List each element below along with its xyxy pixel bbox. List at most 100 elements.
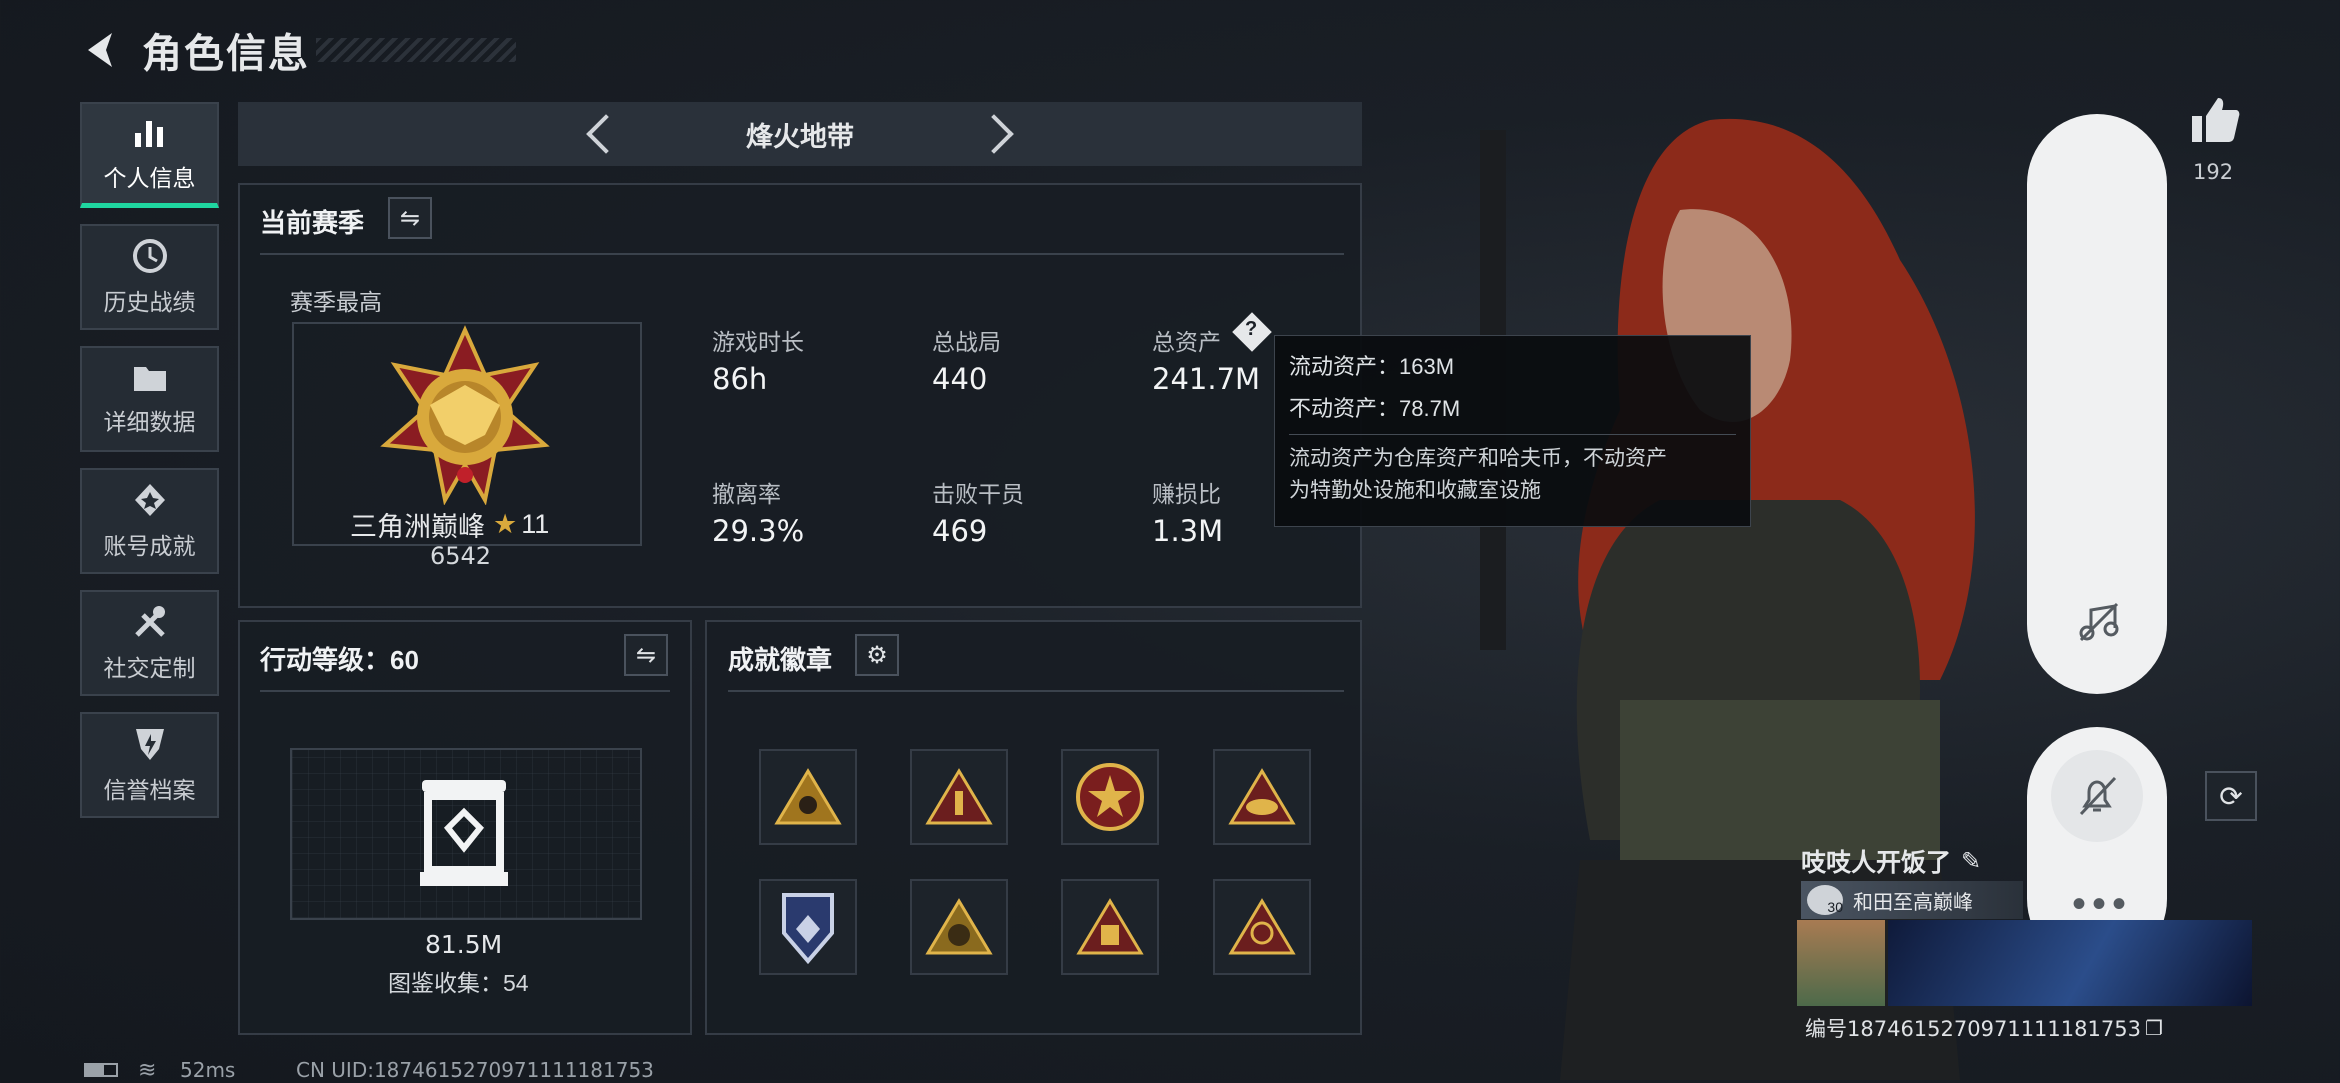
tooltip-fixed: 不动资产：78.7M xyxy=(1289,396,1461,421)
copy-icon[interactable]: ❐ xyxy=(2145,1016,2163,1041)
badge-3[interactable] xyxy=(1061,749,1159,845)
rank-name: 三角洲巅峰 xyxy=(350,512,485,542)
nav-item-details[interactable]: 详细数据 xyxy=(80,346,219,452)
badge-1[interactable] xyxy=(759,749,857,845)
player-name: 吱吱人开饭了 xyxy=(1801,849,1952,877)
battery-icon xyxy=(84,1063,118,1077)
nav-label: 历史战绩 xyxy=(103,289,196,315)
nav-item-social[interactable]: 社交定制 xyxy=(80,590,219,696)
swap-icon: ⇋ xyxy=(635,641,657,669)
serial-row: 编号1874615270971111181753 ❐ xyxy=(1805,1013,2163,1043)
rotate-button[interactable]: ⟳ xyxy=(2205,771,2257,821)
like-count: 192 xyxy=(2193,160,2234,184)
triangle-badge-icon xyxy=(774,768,842,825)
triangle-badge-icon xyxy=(1076,898,1144,955)
music-off-icon[interactable] xyxy=(2077,602,2121,642)
page-header: 角色信息 xyxy=(80,20,516,80)
action-level-title: 行动等级：60 xyxy=(260,645,419,675)
rank-score: 6542 xyxy=(430,542,492,570)
help-icon-glyph: ? xyxy=(1245,318,1258,340)
tag-text: 和田至高巅峰 xyxy=(1853,891,1973,914)
triangle-badge-icon xyxy=(1228,768,1296,825)
badge-4[interactable] xyxy=(1213,749,1311,845)
star-icon: ★ xyxy=(493,509,518,539)
stat-label: 赚损比 xyxy=(1152,481,1221,507)
player-serial: 编号1874615270971111181753 xyxy=(1805,1017,2141,1041)
asset-tooltip: 流动资产：163M 不动资产：78.7M 流动资产为仓库资产和哈夫币，不动资产 … xyxy=(1274,335,1751,527)
collection-count: 图鉴收集：54 xyxy=(388,970,529,996)
collection-value: 81.5M xyxy=(425,930,503,959)
medal-badge-icon xyxy=(1076,763,1144,831)
divider xyxy=(260,253,1344,255)
season-best-label: 赛季最高 xyxy=(290,289,382,315)
mode-switcher: 烽火地带 xyxy=(238,102,1362,166)
nav-item-credit[interactable]: 信誉档案 xyxy=(80,712,219,818)
stat-value: 86h xyxy=(712,362,768,396)
stat-label: 击败干员 xyxy=(932,481,1024,507)
nav-label: 账号成就 xyxy=(103,533,196,559)
tooltip-liquid: 流动资产：163M xyxy=(1289,354,1455,379)
season-switch-button[interactable]: ⇋ xyxy=(388,197,432,239)
nav-label: 信誉档案 xyxy=(103,777,196,803)
achievement-icon xyxy=(134,484,165,516)
tools-icon xyxy=(134,606,165,637)
badge-8[interactable] xyxy=(1213,879,1311,975)
stat-label: 总资产 xyxy=(1152,329,1221,355)
badges-settings-button[interactable]: ⚙ xyxy=(855,634,899,676)
rank-emblem-icon xyxy=(380,325,550,505)
season-title: 当前赛季 xyxy=(260,208,365,238)
wifi-icon: ≋ xyxy=(138,1057,157,1082)
tag-level: 30 xyxy=(1807,885,1843,915)
badge-2[interactable] xyxy=(910,749,1008,845)
triangle-badge-icon xyxy=(1228,898,1296,955)
badge-7[interactable] xyxy=(1061,879,1159,975)
stat-label: 撤离率 xyxy=(712,481,781,507)
badges-title: 成就徽章 xyxy=(728,645,833,675)
uid-text: CN UID:1874615270971111181753 xyxy=(296,1058,654,1082)
thumbs-up-icon[interactable] xyxy=(2190,96,2240,144)
badge-6[interactable] xyxy=(910,879,1008,975)
nav-item-personal-info[interactable]: 个人信息 xyxy=(80,102,219,208)
stat-label: 总战局 xyxy=(932,329,1001,355)
chevron-right-icon[interactable] xyxy=(974,114,1014,154)
divider xyxy=(728,690,1344,692)
folder-icon xyxy=(133,367,166,391)
player-name-row: 吱吱人开饭了 ✎ xyxy=(1801,843,1981,879)
stat-value: 1.3M xyxy=(1152,514,1224,548)
action-level-switch-button[interactable]: ⇋ xyxy=(624,634,668,676)
edit-icon[interactable]: ✎ xyxy=(1961,847,1981,876)
player-tag: 30 和田至高巅峰 xyxy=(1801,881,2023,919)
shield-badge-icon xyxy=(782,893,834,965)
stat-label: 游戏时长 xyxy=(712,329,804,355)
stat-value: 241.7M xyxy=(1152,362,1261,396)
nav-label: 个人信息 xyxy=(103,164,196,191)
notification-toggle[interactable] xyxy=(2051,750,2143,842)
nav-item-achievements[interactable]: 账号成就 xyxy=(80,468,219,574)
tooltip-note-1: 流动资产为仓库资产和哈夫币，不动资产 xyxy=(1289,447,1667,470)
stat-value: 29.3% xyxy=(712,514,805,548)
page-title: 角色信息 xyxy=(142,32,310,76)
divider xyxy=(260,690,670,692)
ping-value: 52ms xyxy=(180,1058,236,1082)
rank-stars: 11 xyxy=(521,509,550,539)
bar-chart-icon xyxy=(134,120,163,147)
back-arrow-icon[interactable] xyxy=(80,29,122,71)
gear-icon: ⚙ xyxy=(866,641,888,669)
nav-item-history[interactable]: 历史战绩 xyxy=(80,224,219,330)
shield-bolt-icon xyxy=(135,729,164,760)
rank-title: 三角洲巅峰 ★ 11 xyxy=(350,505,549,544)
badge-5[interactable] xyxy=(759,879,857,975)
triangle-badge-icon xyxy=(925,898,993,955)
nav-label: 详细数据 xyxy=(103,409,196,435)
bell-off-icon xyxy=(2079,776,2117,816)
tooltip-divider xyxy=(1289,434,1736,435)
stat-value: 469 xyxy=(932,514,988,548)
display-case-icon xyxy=(420,780,508,886)
player-avatar[interactable] xyxy=(1797,920,1885,1006)
nav-label: 社交定制 xyxy=(103,655,196,681)
player-banner xyxy=(1888,920,2252,1006)
tooltip-note-2: 为特勤处设施和收藏室设施 xyxy=(1289,479,1541,502)
header-decoration xyxy=(316,38,516,62)
swap-icon: ⇋ xyxy=(399,204,421,232)
mode-name: 烽火地带 xyxy=(746,121,854,152)
